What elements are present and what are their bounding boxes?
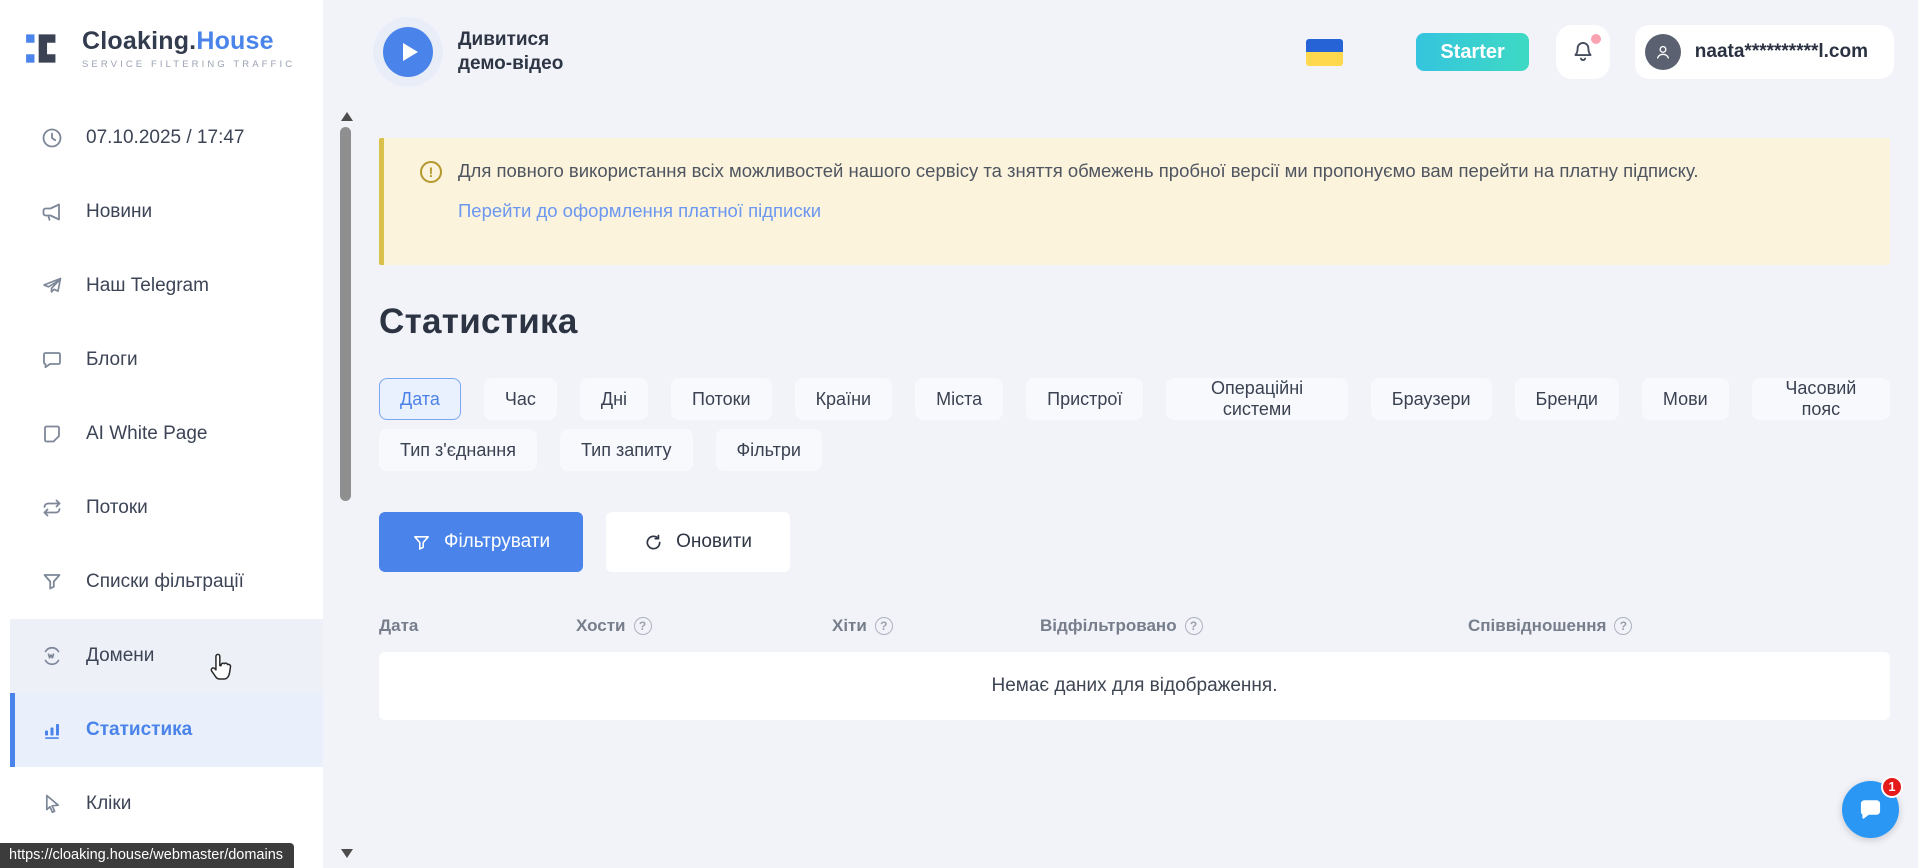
- chat-icon: [1857, 796, 1884, 823]
- sidebar: Cloaking.House SERVICE FILTERING TRAFFIC…: [0, 0, 323, 868]
- sidebar-item-label: Списки фільтрації: [86, 571, 244, 593]
- user-email: naata**********l.com: [1695, 41, 1868, 63]
- notification-dot: [1591, 34, 1601, 44]
- banner-text: Для повного використання всіх можливосте…: [458, 159, 1858, 184]
- sidebar-item-news[interactable]: Новини: [10, 175, 323, 249]
- filter-chip-dni[interactable]: Дні: [580, 378, 648, 420]
- trial-warning-banner: Для повного використання всіх можливосте…: [379, 138, 1890, 265]
- refresh-button[interactable]: Оновити: [606, 512, 790, 572]
- column-header-hits: Хіти: [832, 616, 1040, 636]
- sidebar-item-label: Потоки: [86, 497, 148, 519]
- sidebar-item-statistics[interactable]: Статистика: [10, 693, 323, 767]
- filter-chip-data[interactable]: Дата: [379, 378, 461, 420]
- sidebar-item-label: Блоги: [86, 349, 138, 371]
- filter-button[interactable]: Фільтрувати: [379, 512, 583, 572]
- chat-widget-button[interactable]: 1: [1842, 781, 1899, 838]
- sidebar-item-label: Домени: [86, 645, 154, 667]
- filter-chip-potoky[interactable]: Потоки: [671, 378, 772, 420]
- filter-chip-chas[interactable]: Час: [484, 378, 557, 420]
- empty-state-text: Немає даних для відображення.: [992, 675, 1278, 697]
- sidebar-item-telegram[interactable]: Наш Telegram: [10, 249, 323, 323]
- sidebar-item-blogs[interactable]: Блоги: [10, 323, 323, 397]
- filter-chips-row2: Тип з'єднання Тип запиту Фільтри: [379, 429, 1890, 471]
- bar-chart-icon: [40, 718, 64, 742]
- sidebar-item-label: Наш Telegram: [86, 275, 209, 297]
- filter-chips-row1: Дата Час Дні Потоки Країни Міста Пристро…: [379, 378, 1890, 420]
- funnel-icon: [40, 570, 64, 594]
- filter-chip-filtry[interactable]: Фільтри: [716, 429, 822, 471]
- help-icon[interactable]: [634, 617, 652, 635]
- demo-video-label[interactable]: Дивитися демо-відео: [458, 28, 593, 76]
- filter-chip-brendy[interactable]: Бренди: [1515, 378, 1619, 420]
- filter-chip-typ-zapytu[interactable]: Тип запиту: [560, 429, 693, 471]
- filter-chip-typ-ziednannia[interactable]: Тип з'єднання: [379, 429, 537, 471]
- help-icon[interactable]: [1614, 617, 1632, 635]
- column-header-filtered: Відфільтровано: [1040, 616, 1468, 636]
- scrollbar-thumb[interactable]: [340, 127, 351, 501]
- scrollbar-up-arrow[interactable]: [341, 112, 353, 121]
- browser-status-url: https://cloaking.house/webmaster/domains: [0, 843, 294, 868]
- filter-chip-prystroi[interactable]: Пристрої: [1026, 378, 1143, 420]
- sidebar-item-ai-white-page[interactable]: AI White Page: [10, 397, 323, 471]
- subscribe-link[interactable]: Перейти до оформлення платної підписки: [458, 200, 821, 222]
- filter-chip-krainy[interactable]: Країни: [795, 378, 893, 420]
- help-icon[interactable]: [875, 617, 893, 635]
- notifications-button[interactable]: [1556, 25, 1610, 79]
- clock-icon: [40, 126, 64, 150]
- funnel-icon: [412, 533, 431, 552]
- empty-state: Немає даних для відображення.: [379, 652, 1890, 720]
- plan-badge[interactable]: Starter: [1416, 33, 1528, 71]
- cursor-arrow-icon: [40, 792, 64, 816]
- sidebar-item-streams[interactable]: Потоки: [10, 471, 323, 545]
- column-header-date: Дата: [379, 616, 576, 636]
- column-header-hosts: Хости: [576, 616, 832, 636]
- sidebar-item-label: 07.10.2025 / 17:47: [86, 127, 244, 149]
- sidebar-item-filter-lists[interactable]: Списки фільтрації: [10, 545, 323, 619]
- logo[interactable]: Cloaking.House SERVICE FILTERING TRAFFIC: [0, 0, 323, 70]
- filter-chip-chasovyi-poias[interactable]: Часовий пояс: [1752, 378, 1890, 420]
- sidebar-item-datetime: 07.10.2025 / 17:47: [10, 101, 323, 175]
- page-title: Статистика: [379, 302, 1890, 342]
- brand-tagline: SERVICE FILTERING TRAFFIC: [82, 59, 295, 70]
- chat-bubble-icon: [40, 348, 64, 372]
- demo-video-play-button[interactable]: [383, 27, 433, 77]
- sidebar-item-label: AI White Page: [86, 423, 207, 445]
- filter-chip-mista[interactable]: Міста: [915, 378, 1003, 420]
- stats-table-header: Дата Хости Хіти Відфільтровано Співвідно…: [379, 616, 1890, 636]
- sidebar-item-domains[interactable]: Домени: [10, 619, 323, 693]
- www-icon: [40, 644, 64, 668]
- filter-chip-os[interactable]: Операційні системи: [1166, 378, 1347, 420]
- language-flag-ukraine[interactable]: [1306, 39, 1343, 66]
- sidebar-item-label: Новини: [86, 201, 152, 223]
- telegram-icon: [40, 274, 64, 298]
- sidebar-nav: 07.10.2025 / 17:47 Новини Наш Telegram: [0, 101, 323, 841]
- sidebar-item-label: Кліки: [86, 793, 131, 815]
- page-icon: [40, 422, 64, 446]
- user-menu[interactable]: naata**********l.com: [1635, 25, 1894, 79]
- repeat-arrows-icon: [40, 496, 64, 520]
- main-content: Для повного використання всіх можливосте…: [379, 103, 1890, 720]
- brand-name: Cloaking.House: [82, 27, 274, 55]
- warning-icon: [420, 161, 442, 183]
- column-header-ratio: Співвідношення: [1468, 616, 1890, 636]
- chat-unread-badge: 1: [1881, 776, 1903, 798]
- sidebar-item-clicks[interactable]: Кліки: [10, 767, 323, 841]
- refresh-icon: [644, 533, 663, 552]
- help-icon[interactable]: [1185, 617, 1203, 635]
- sidebar-item-label: Статистика: [86, 719, 192, 741]
- scrollbar-down-arrow[interactable]: [341, 849, 353, 858]
- play-icon: [403, 43, 418, 61]
- filter-chip-movy[interactable]: Мови: [1642, 378, 1729, 420]
- logo-mark-icon: [24, 26, 68, 70]
- actions-row: Фільтрувати Оновити: [379, 512, 1890, 572]
- avatar: [1645, 34, 1681, 70]
- filter-chip-brauzery[interactable]: Браузери: [1371, 378, 1492, 420]
- topbar: Дивитися демо-відео Starter naata*******…: [323, 0, 1918, 104]
- megaphone-icon: [40, 200, 64, 224]
